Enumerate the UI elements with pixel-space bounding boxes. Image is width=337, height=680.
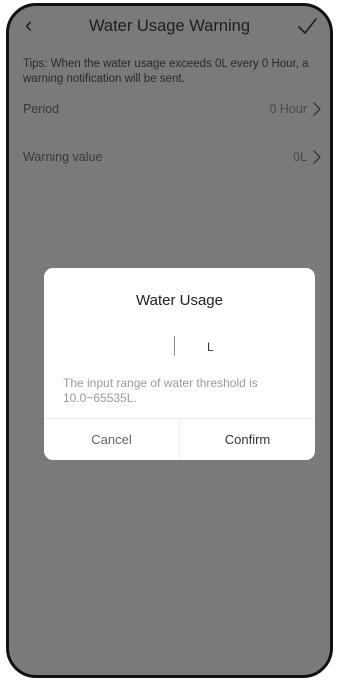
- warning-value-label: Warning value: [23, 150, 103, 164]
- chevron-right-icon: [313, 102, 321, 116]
- page-title: Water Usage Warning: [88, 16, 251, 35]
- period-value-group: 0 Hour: [269, 102, 322, 116]
- confirm-button[interactable]: Confirm: [180, 419, 315, 460]
- cancel-button[interactable]: Cancel: [44, 419, 180, 460]
- period-label: Period: [23, 102, 60, 116]
- input-range-hint: The input range of water threshold is 10…: [63, 376, 258, 405]
- phone-frame: ‹ Water Usage Warning Tips: When the wat…: [6, 3, 333, 678]
- warning-value: 0L: [293, 150, 307, 164]
- top-bar: ‹ Water Usage Warning: [9, 6, 330, 46]
- water-threshold-input[interactable]: L: [44, 336, 315, 358]
- period-value: 0 Hour: [269, 102, 307, 116]
- tips-text: Tips: When the water usage exceeds 0L ev…: [23, 58, 309, 85]
- back-button[interactable]: ‹: [25, 12, 32, 38]
- period-row[interactable]: Period 0 Hour: [23, 97, 322, 121]
- unit-label: L: [207, 340, 214, 354]
- water-usage-dialog: Water Usage L The input range of water t…: [44, 268, 315, 460]
- dialog-title: Water Usage: [136, 292, 223, 309]
- checkmark-icon[interactable]: [296, 15, 318, 37]
- text-cursor: [174, 336, 175, 356]
- warning-value-row[interactable]: Warning value 0L: [23, 145, 322, 169]
- dialog-actions: Cancel Confirm: [44, 418, 315, 460]
- warning-value-group: 0L: [293, 150, 322, 164]
- chevron-right-icon: [313, 150, 321, 164]
